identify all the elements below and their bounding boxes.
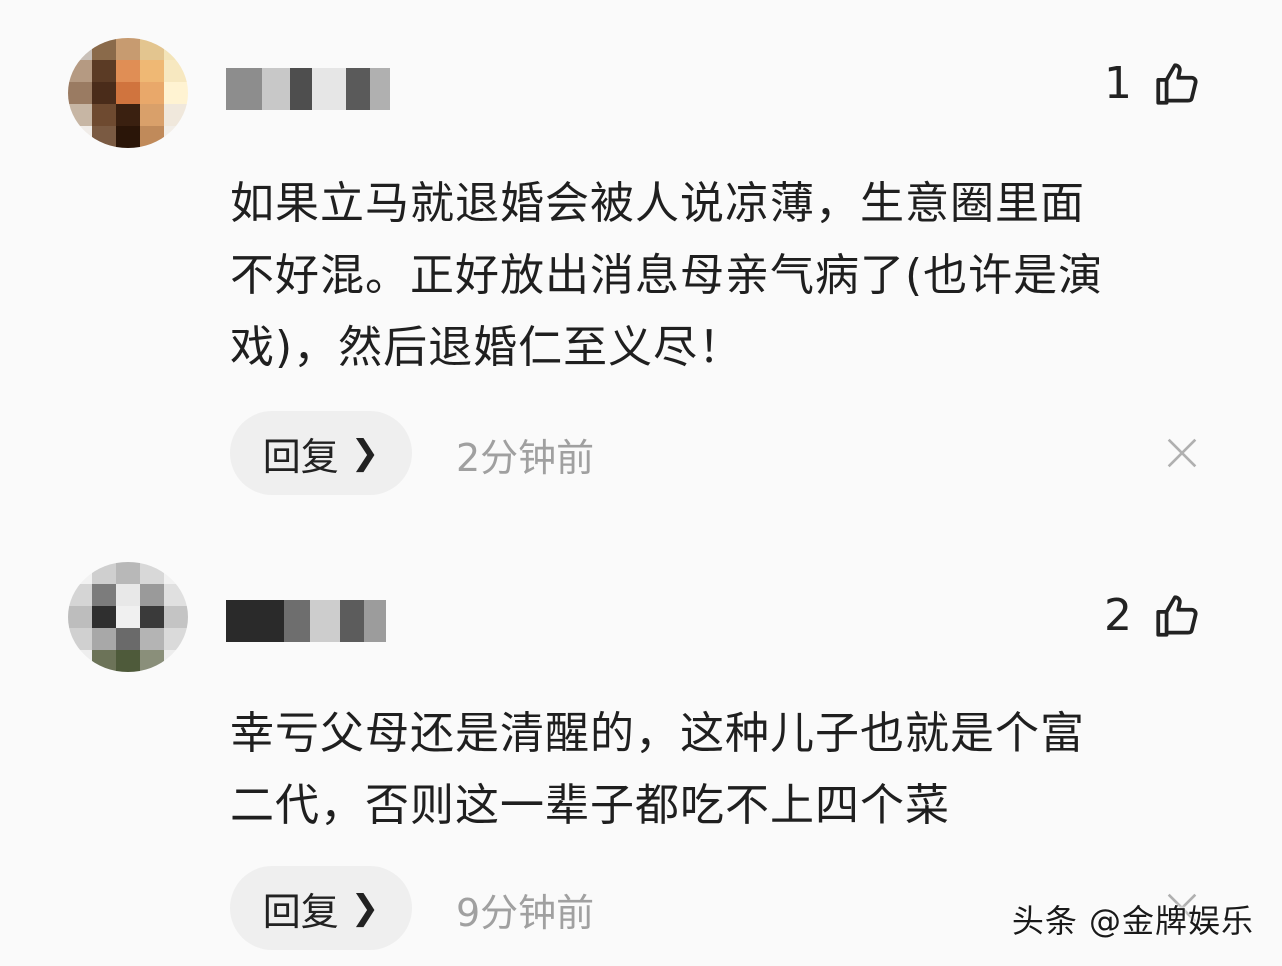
thumbs-up-icon xyxy=(1156,62,1198,105)
chevron-right-icon: ❯ xyxy=(350,888,380,928)
timestamp: 9分钟前 xyxy=(456,891,595,935)
comment-text: 幸亏父母还是清醒的，这种儿子也就是个富 二代，否则这一辈子都吃不上四个菜 xyxy=(230,698,1202,842)
username-blurred[interactable] xyxy=(226,68,390,110)
comment-text-line: 二代，否则这一辈子都吃不上四个菜 xyxy=(230,780,950,831)
watermark: 头条 @金牌娱乐 xyxy=(1011,902,1254,940)
avatar[interactable] xyxy=(68,562,188,672)
comment-text-line: 戏)，然后退婚仁至义尽！ xyxy=(230,322,744,373)
timestamp: 2分钟前 xyxy=(456,436,595,480)
thumbs-up-icon xyxy=(1156,594,1198,637)
like-count: 2 xyxy=(1104,590,1132,641)
comment-text-line: 幸亏父母还是清醒的，这种儿子也就是个富 xyxy=(230,708,1085,759)
reply-label: 回复 xyxy=(262,434,339,479)
like-count: 1 xyxy=(1104,58,1132,109)
like-button[interactable]: 1 xyxy=(1104,58,1202,109)
close-icon[interactable] xyxy=(1162,433,1202,473)
reply-label: 回复 xyxy=(262,889,339,934)
comment-text-line: 如果立马就退婚会被人说凉薄，生意圈里面 xyxy=(230,178,1085,229)
comment-text-line: 不好混。正好放出消息母亲气病了(也许是演 xyxy=(230,250,1104,301)
reply-button[interactable]: 回复 ❯ xyxy=(230,866,412,950)
comment-list: 1 如果立马就退婚会被人说凉薄，生意圈里面 不好混。正好放出消息母亲气病了(也许… xyxy=(0,0,1282,966)
comment-item: 1 如果立马就退婚会被人说凉薄，生意圈里面 不好混。正好放出消息母亲气病了(也许… xyxy=(0,0,1282,510)
comment-actions: 回复 ❯ 2分钟前 xyxy=(230,411,1202,495)
comment-text: 如果立马就退婚会被人说凉薄，生意圈里面 不好混。正好放出消息母亲气病了(也许是演… xyxy=(230,168,1202,384)
avatar[interactable] xyxy=(68,38,188,148)
like-button[interactable]: 2 xyxy=(1104,590,1202,641)
chevron-right-icon: ❯ xyxy=(350,433,380,473)
username-blurred[interactable] xyxy=(226,600,386,642)
reply-button[interactable]: 回复 ❯ xyxy=(230,411,412,495)
